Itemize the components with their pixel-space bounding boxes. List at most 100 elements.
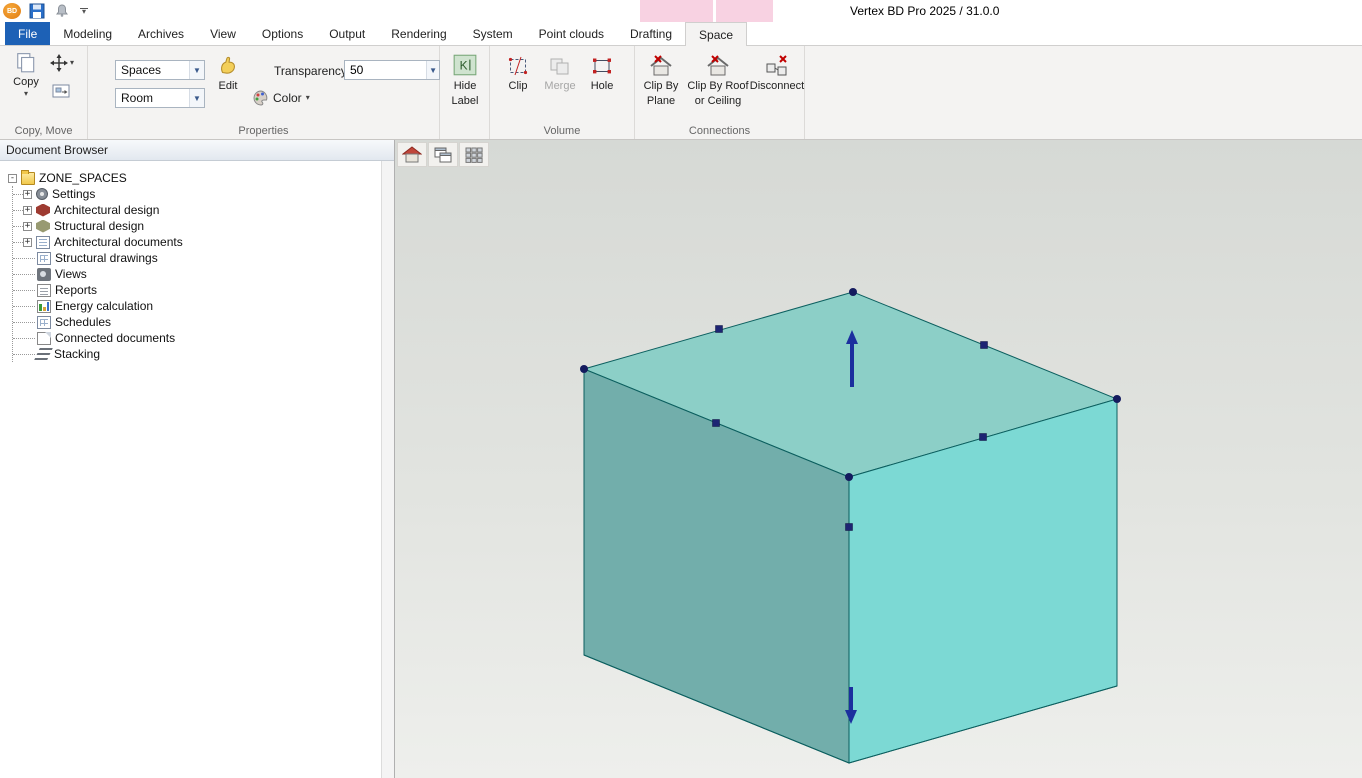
expander-icon[interactable]: + [23, 238, 32, 247]
tree-row-structural-design[interactable]: + Structural design [13, 218, 381, 234]
svg-text:K: K [460, 58, 468, 72]
expander-icon[interactable]: - [8, 174, 17, 183]
tab-point-clouds[interactable]: Point clouds [526, 22, 617, 45]
tree-stub [13, 226, 23, 227]
vertex-handle[interactable] [1113, 395, 1121, 403]
hide-label-line1: Hide [454, 80, 477, 93]
edge-handle[interactable] [846, 524, 853, 531]
tab-space[interactable]: Space [685, 22, 747, 46]
tab-options[interactable]: Options [249, 22, 316, 45]
space-cube-scene[interactable] [395, 140, 1362, 778]
transparency-combo[interactable]: ▼ [344, 60, 440, 80]
chevron-down-icon: ▼ [426, 61, 439, 79]
tree-row-schedules[interactable]: Schedules [13, 314, 381, 330]
clip-by-plane-button[interactable]: Clip By Plane [637, 54, 685, 107]
tree-row-root[interactable]: - ZONE_SPACES [8, 170, 381, 186]
tree-scrollbar[interactable] [381, 161, 394, 778]
clip-by-plane-line2: Plane [647, 95, 675, 108]
expander-icon[interactable]: + [23, 190, 32, 199]
group-volume: Clip Merge Hole Volume [490, 46, 635, 139]
customize-toolbar-dropdown[interactable]: ▾ [78, 7, 90, 16]
tree-row-stacking[interactable]: Stacking [13, 346, 381, 362]
clip-icon [506, 54, 530, 78]
tree-row-energy-calculation[interactable]: Energy calculation [13, 298, 381, 314]
tab-output[interactable]: Output [316, 22, 378, 45]
disconnect-button[interactable]: Disconnect [751, 54, 803, 93]
copy-to-clipboard-button[interactable] [52, 84, 70, 98]
edit-button[interactable]: Edit [208, 54, 248, 93]
disconnect-icon [764, 54, 790, 78]
copy-label: Copy [13, 76, 39, 89]
architectural-documents-icon [36, 236, 50, 249]
tree-row-settings[interactable]: + Settings [13, 186, 381, 202]
app-logo-icon: BD [3, 3, 21, 19]
viewport-canvas[interactable] [395, 140, 1362, 778]
hole-label: Hole [591, 80, 614, 93]
tab-view[interactable]: View [197, 22, 249, 45]
hide-label-button[interactable]: K Hide Label [443, 52, 487, 107]
tree-stub [13, 258, 35, 259]
tree-stub [13, 210, 23, 211]
merge-label: Merge [544, 80, 575, 93]
tab-file[interactable]: File [5, 22, 50, 45]
expander-icon[interactable]: + [23, 222, 32, 231]
disconnect-label: Disconnect [750, 80, 804, 93]
tree-stub [13, 242, 23, 243]
tab-drafting[interactable]: Drafting [617, 22, 685, 45]
gear-icon [36, 188, 48, 200]
space-category-value: Spaces [116, 63, 189, 77]
clip-label: Clip [509, 80, 528, 93]
tree-label: Stacking [54, 347, 100, 361]
tab-rendering[interactable]: Rendering [378, 22, 459, 45]
clip-by-roof-line2: or Ceiling [695, 95, 741, 108]
tree-row-architectural-documents[interactable]: + Architectural documents [13, 234, 381, 250]
color-button[interactable]: Color ▾ [253, 88, 310, 108]
tab-modeling[interactable]: Modeling [50, 22, 125, 45]
clip-by-roof-or-ceiling-button[interactable]: Clip By Roof or Ceiling [687, 54, 749, 107]
document-tree: - ZONE_SPACES + Settings + Architectural… [0, 161, 381, 778]
tree-children: + Settings + Architectural design + Stru… [12, 186, 381, 362]
tree-stub [13, 338, 35, 339]
tree-row-reports[interactable]: Reports [13, 282, 381, 298]
grid-icon [465, 147, 483, 163]
move-button[interactable]: ▾ [50, 54, 74, 72]
save-button[interactable] [28, 2, 46, 20]
edit-hand-icon [216, 54, 240, 78]
house-roof-x-icon [705, 54, 731, 78]
space-type-value: Room [116, 91, 189, 105]
window-title: Vertex BD Pro 2025 / 31.0.0 [850, 4, 999, 18]
merge-button[interactable]: Merge [540, 54, 580, 93]
cascade-windows-button[interactable] [428, 142, 458, 167]
transparency-input[interactable] [345, 63, 426, 77]
hole-button[interactable]: Hole [582, 54, 622, 93]
vertex-handle[interactable] [845, 473, 853, 481]
space-category-select[interactable]: Spaces ▼ [115, 60, 205, 80]
notifications-button[interactable] [53, 2, 71, 20]
tree-row-views[interactable]: Views [13, 266, 381, 282]
tree-label: Architectural documents [54, 235, 183, 249]
stacking-icon [34, 348, 53, 360]
tab-system[interactable]: System [460, 22, 526, 45]
clip-by-roof-line1: Clip By Roof [687, 80, 748, 93]
edge-handle[interactable] [981, 342, 988, 349]
edge-handle[interactable] [713, 420, 720, 427]
tree-stub [13, 194, 23, 195]
vertex-handle[interactable] [849, 288, 857, 296]
plan-view-button[interactable] [397, 142, 427, 167]
tab-archives[interactable]: Archives [125, 22, 197, 45]
expander-icon[interactable]: + [23, 206, 32, 215]
edge-handle[interactable] [980, 434, 987, 441]
energy-calculation-icon [37, 300, 51, 313]
copy-button[interactable]: Copy ▾ [6, 52, 46, 97]
tree-label: Settings [52, 187, 95, 201]
architectural-design-icon [36, 204, 50, 217]
grid-view-button[interactable] [459, 142, 489, 167]
copy-icon [15, 52, 37, 74]
tree-row-connected-documents[interactable]: Connected documents [13, 330, 381, 346]
clip-button[interactable]: Clip [498, 54, 538, 93]
space-type-select[interactable]: Room ▼ [115, 88, 205, 108]
tree-row-architectural-design[interactable]: + Architectural design [13, 202, 381, 218]
tree-row-structural-drawings[interactable]: Structural drawings [13, 250, 381, 266]
edge-handle[interactable] [716, 326, 723, 333]
vertex-handle[interactable] [580, 365, 588, 373]
